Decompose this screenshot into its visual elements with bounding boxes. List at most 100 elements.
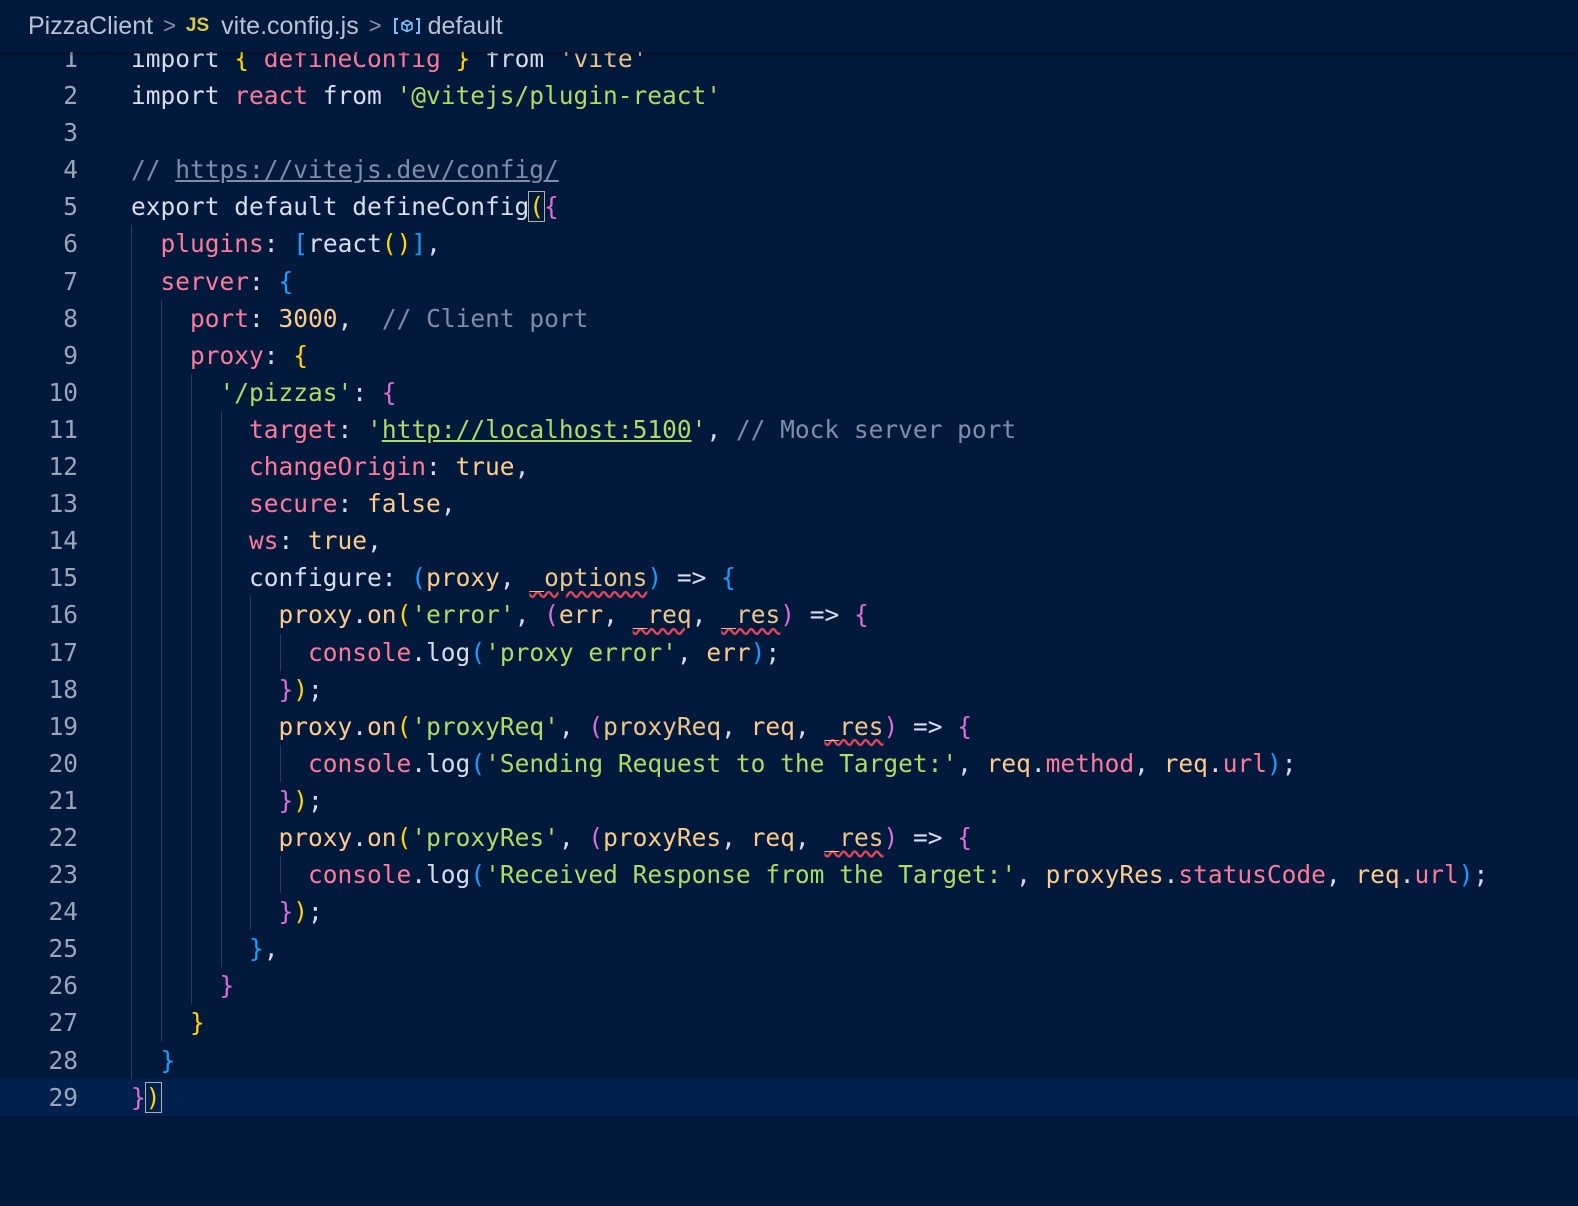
code-line[interactable]: 25 }, — [0, 930, 1578, 968]
code-line[interactable]: 10 '/pizzas': { — [0, 373, 1578, 411]
code-token: proxy — [278, 600, 353, 630]
code-token: 3000 — [278, 303, 338, 333]
code-editor[interactable]: 1 import { defineConfig } from 'vite' 2 imp… — [0, 40, 1578, 1116]
code-token: . — [352, 600, 368, 630]
code-line[interactable]: 12 changeOrigin: true, — [0, 448, 1578, 486]
code-token: : — [263, 229, 294, 259]
code-token: defineConfig — [352, 192, 530, 222]
code-line[interactable]: 8 port: 3000, // Client port — [0, 299, 1578, 337]
code-token: ) — [293, 785, 309, 815]
code-token: , — [603, 600, 633, 630]
code-token: 'error' — [411, 600, 515, 630]
code-token: , — [558, 711, 589, 741]
code-token: , — [1325, 860, 1356, 890]
code-token: ) — [293, 897, 309, 927]
code-line[interactable]: 9 proxy: { — [0, 336, 1578, 374]
code-text: configure: (proxy, _options) => { — [131, 559, 736, 596]
code-token: } — [190, 1008, 205, 1038]
code-token: req — [1355, 860, 1400, 890]
code-token: { — [544, 192, 559, 222]
code-line[interactable]: 13 secure: false, — [0, 485, 1578, 523]
line-number: 15 — [48, 563, 78, 593]
code-token: https://vitejs.dev/config/ — [175, 155, 559, 185]
code-line[interactable]: 6 plugins: [react()], — [0, 225, 1578, 263]
code-line[interactable]: 19 proxy.on('proxyReq', (proxyReq, req, … — [0, 707, 1578, 745]
code-token: ; — [308, 897, 323, 927]
code-token: import — [131, 81, 235, 111]
code-token: , — [514, 452, 530, 482]
code-text: } — [131, 1004, 205, 1041]
code-text: plugins: [react()], — [131, 225, 441, 262]
code-text: proxy.on('proxyRes', (proxyRes, req, _re… — [131, 819, 973, 856]
code-line[interactable]: 26 } — [0, 967, 1578, 1005]
code-line[interactable]: 22 proxy.on('proxyRes', (proxyRes, req, … — [0, 818, 1578, 857]
code-line[interactable]: 3 — [0, 114, 1578, 151]
code-line[interactable]: 4 // https://vitejs.dev/config/ — [0, 151, 1578, 188]
code-token: => — [809, 600, 840, 630]
code-line[interactable]: 18 }); — [0, 670, 1578, 708]
code-line[interactable]: 16 proxy.on('error', (err, _req, _res) =… — [0, 596, 1578, 634]
line-number: 12 — [48, 452, 78, 482]
code-token: , — [1134, 748, 1164, 778]
code-token: on — [367, 822, 397, 852]
code-line[interactable]: 5 export default defineConfig({ — [0, 188, 1578, 225]
code-text: proxy: { — [131, 337, 308, 374]
line-number: 10 — [48, 377, 78, 407]
code-token: { — [293, 340, 309, 370]
code-line[interactable]: 7 server: { — [0, 262, 1578, 300]
code-token: 'proxy error' — [485, 637, 677, 667]
code-token: . — [1399, 860, 1415, 890]
code-line[interactable]: 24 }); — [0, 893, 1578, 931]
code-token: target — [249, 414, 338, 444]
code-token: proxy — [190, 340, 264, 370]
code-line[interactable]: 15 configure: (proxy, _options) => { — [0, 559, 1578, 597]
code-token: false — [367, 489, 441, 519]
code-line[interactable]: 27 } — [0, 1004, 1578, 1042]
code-line[interactable]: 29}) — [0, 1078, 1578, 1116]
code-line[interactable]: 14 ws: true, — [0, 522, 1578, 560]
code-token: , — [957, 748, 987, 778]
code-token: : — [278, 526, 309, 556]
code-token: ) — [293, 674, 309, 704]
code-token: { — [957, 711, 973, 741]
code-token: , — [721, 711, 751, 741]
code-token: proxy — [278, 711, 353, 741]
code-token: . — [1163, 860, 1179, 890]
code-token: ) — [780, 600, 795, 630]
code-token: _res — [824, 711, 884, 741]
code-line[interactable]: 21 }); — [0, 781, 1578, 819]
code-line[interactable]: 17 console.log('proxy error', err); — [0, 633, 1578, 671]
code-line[interactable]: 23 console.log('Received Response from t… — [0, 856, 1578, 894]
line-number: 27 — [48, 1008, 78, 1038]
code-token: react — [234, 81, 309, 111]
breadcrumb-symbol[interactable]: default — [392, 12, 503, 41]
code-token: . — [411, 748, 427, 778]
code-token: . — [352, 711, 368, 741]
code-token: [ — [293, 229, 309, 259]
code-line[interactable]: 11 target: 'http://localhost:5100', // M… — [0, 410, 1578, 449]
code-token: ( — [528, 191, 546, 223]
breadcrumb-project[interactable]: PizzaClient — [28, 12, 153, 41]
code-token: true — [455, 452, 515, 482]
code-token: } — [160, 1045, 176, 1075]
code-token: => — [676, 563, 707, 593]
code-token: method — [1045, 748, 1135, 778]
code-token: _res — [824, 822, 884, 852]
code-token: ' — [367, 414, 382, 444]
code-line[interactable]: 28 } — [0, 1041, 1578, 1079]
code-line[interactable]: 2 import react from '@vitejs/plugin-react… — [0, 77, 1578, 114]
code-line[interactable]: 20 console.log('Sending Request to the T… — [0, 744, 1578, 782]
code-token: , — [367, 526, 382, 556]
code-token: ) — [883, 822, 899, 852]
breadcrumb-file[interactable]: JS vite.config.js — [186, 12, 359, 41]
code-token: react — [308, 229, 382, 259]
code-token: , — [558, 822, 589, 852]
